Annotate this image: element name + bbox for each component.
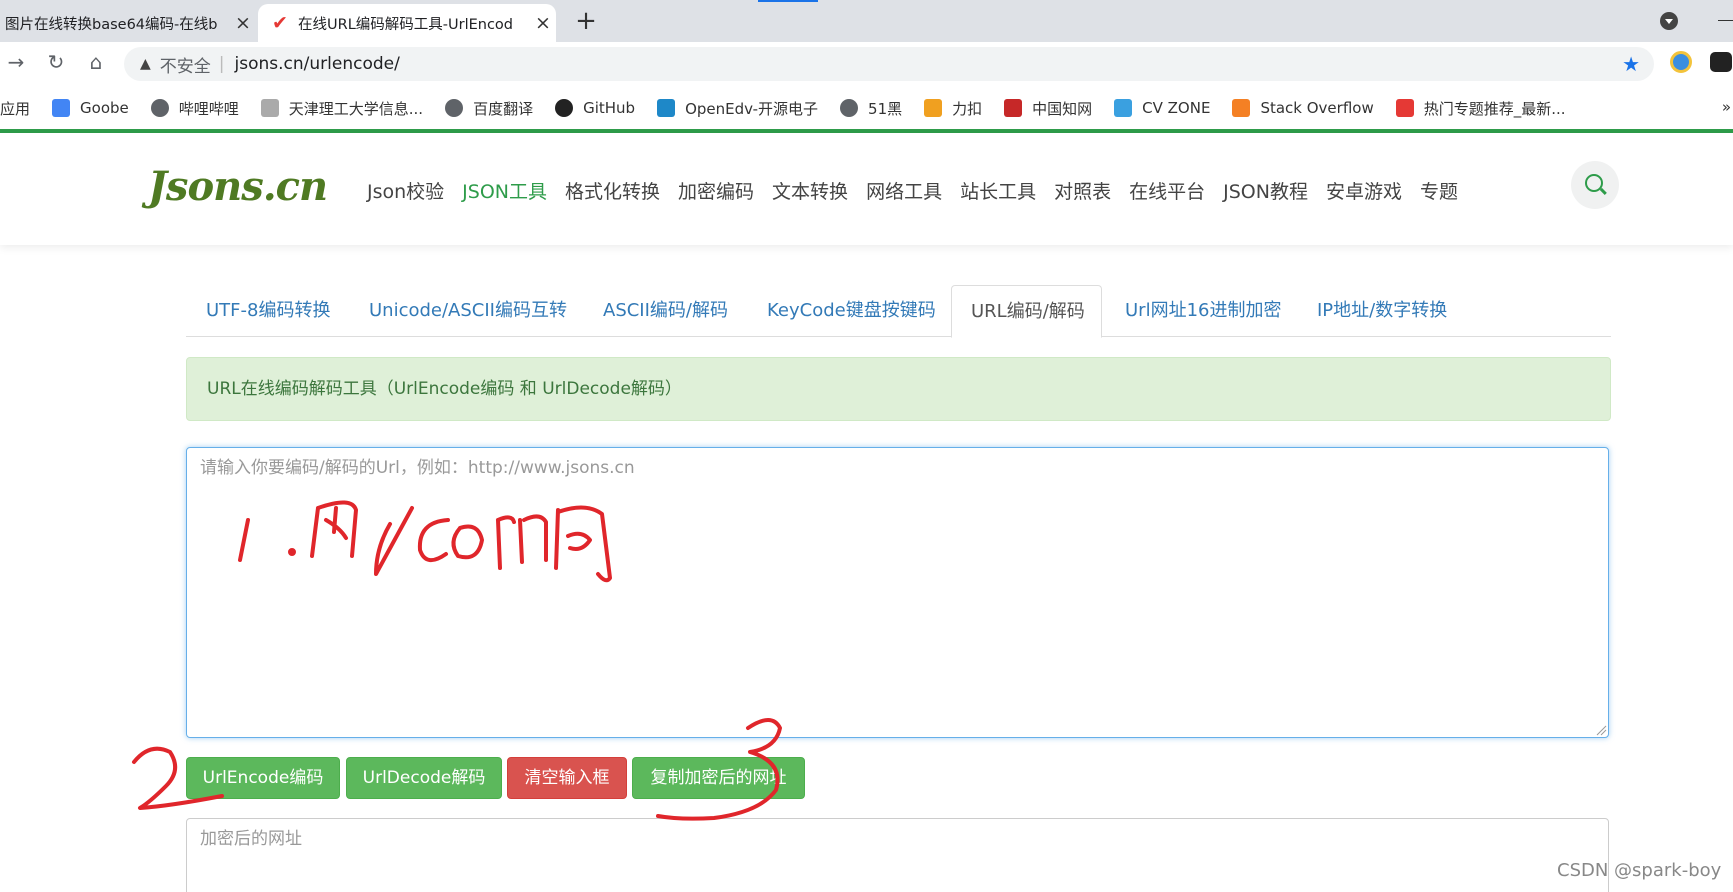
bookmark-label: 天津理工大学信息...: [288, 99, 424, 118]
bookmark-apps[interactable]: 应用: [0, 98, 30, 119]
bookmark-item[interactable]: 百度翻译: [445, 98, 533, 119]
bookmark-label: Stack Overflow: [1260, 99, 1374, 117]
search-icon[interactable]: [1571, 161, 1619, 209]
globe-icon: [150, 99, 169, 117]
site-logo[interactable]: Jsons.cn: [148, 163, 328, 210]
bookmark-item[interactable]: 中国知网: [1004, 98, 1092, 119]
close-icon[interactable]: ×: [230, 12, 256, 34]
leetcode-icon: [924, 99, 943, 117]
bookmark-item[interactable]: Goobe: [52, 99, 129, 117]
insecure-label[interactable]: 不安全: [160, 52, 211, 77]
tab-keycode[interactable]: KeyCode键盘按键码: [767, 285, 936, 337]
minimize-icon[interactable]: [1718, 20, 1733, 21]
extension-icon[interactable]: [1710, 52, 1732, 72]
bookmarks-bar: 应用 Goobe 哔哩哔哩 天津理工大学信息... 百度翻译 GitHub Op…: [0, 87, 1733, 129]
site-header: Jsons.cn Json校验 JSON工具 格式化转换 加密编码 文本转换 网…: [0, 133, 1733, 245]
extension-icon[interactable]: [1670, 51, 1692, 73]
tool-tabs: UTF-8编码转换 Unicode/ASCII编码互转 ASCII编码/解码 K…: [186, 285, 1611, 338]
nav-item[interactable]: Json校验: [367, 177, 444, 204]
info-alert: URL在线编码解码工具（UrlEncode编码 和 UrlDecode解码）: [186, 357, 1611, 421]
nav-item[interactable]: 在线平台: [1129, 177, 1205, 204]
nav-item[interactable]: JSON教程: [1223, 177, 1308, 204]
checkmark-icon: ✔: [272, 12, 288, 34]
encode-button[interactable]: UrlEncode编码: [186, 757, 340, 799]
nav-item[interactable]: 专题: [1420, 177, 1458, 204]
globe-icon: [840, 99, 859, 117]
bookmark-label: CV ZONE: [1142, 99, 1211, 117]
goobe-icon: [52, 99, 71, 117]
decode-button[interactable]: UrlDecode解码: [346, 757, 502, 799]
globe-icon: [445, 99, 464, 117]
nav-item[interactable]: 网络工具: [866, 177, 942, 204]
tab-ip-convert[interactable]: IP地址/数字转换: [1317, 285, 1447, 337]
bookmark-item[interactable]: Stack Overflow: [1232, 99, 1374, 117]
bookmark-item[interactable]: 热门专题推荐_最新...: [1395, 98, 1566, 119]
bookmark-item[interactable]: 51黑: [840, 98, 902, 119]
close-icon[interactable]: ×: [530, 12, 556, 34]
reload-icon[interactable]: ↻: [41, 47, 71, 77]
bookmark-item[interactable]: CV ZONE: [1114, 99, 1210, 117]
url-input[interactable]: [186, 447, 1609, 738]
bookmark-label: OpenEdv-开源电子: [685, 99, 819, 118]
nav-item[interactable]: 文本转换: [772, 177, 848, 204]
tab-url-encode[interactable]: URL编码/解码: [951, 285, 1102, 338]
bookmark-label: 哔哩哔哩: [178, 99, 239, 118]
bookmark-star-icon[interactable]: ★: [1622, 52, 1640, 76]
bookmark-label: 51黑: [868, 99, 903, 118]
bookmark-label: Goobe: [80, 99, 129, 117]
cvzone-icon: [1114, 99, 1133, 117]
new-tab-icon[interactable]: +: [572, 8, 600, 36]
cnki-icon: [1004, 99, 1023, 117]
nav-item[interactable]: 安卓游戏: [1326, 177, 1402, 204]
bookmark-label: GitHub: [583, 99, 636, 117]
bookmark-label: 中国知网: [1032, 99, 1093, 118]
tab-url-hex[interactable]: Url网址16进制加密: [1125, 285, 1281, 337]
nav-item[interactable]: 对照表: [1054, 177, 1111, 204]
bookmark-label: 应用: [0, 99, 31, 118]
stackoverflow-icon: [1232, 99, 1251, 117]
bookmarks-more-icon[interactable]: »: [1722, 98, 1731, 116]
bookmark-item[interactable]: 力扣: [924, 98, 982, 119]
resize-grip-icon[interactable]: [1595, 724, 1607, 736]
address-url[interactable]: jsons.cn/urlencode/: [235, 54, 400, 74]
tab-search-icon[interactable]: [1660, 12, 1678, 30]
nav-item[interactable]: 加密编码: [678, 177, 754, 204]
browser-tab-2[interactable]: ✔ 在线URL编码解码工具-UrlEncod ×: [258, 4, 556, 42]
main-nav: Json校验 JSON工具 格式化转换 加密编码 文本转换 网络工具 站长工具 …: [367, 177, 1476, 204]
forward-icon[interactable]: →: [1, 47, 31, 77]
checkmark-icon: [1395, 99, 1414, 117]
nav-item[interactable]: 格式化转换: [565, 177, 660, 204]
nav-item[interactable]: 站长工具: [960, 177, 1036, 204]
bookmark-item[interactable]: 哔哩哔哩: [150, 98, 239, 119]
browser-tabstrip: 图片在线转换base64编码-在线b × ✔ 在线URL编码解码工具-UrlEn…: [0, 0, 1733, 42]
bookmark-label: 百度翻译: [473, 99, 534, 118]
browser-tab-1[interactable]: 图片在线转换base64编码-在线b ×: [0, 4, 256, 42]
bookmark-item[interactable]: GitHub: [555, 99, 635, 117]
house-icon: [260, 99, 279, 117]
tab-utf8[interactable]: UTF-8编码转换: [206, 285, 330, 337]
bookmark-label: 热门专题推荐_最新...: [1423, 99, 1566, 118]
copy-encoded-button[interactable]: 复制加密后的网址: [632, 757, 805, 799]
bookmark-label: 力扣: [952, 99, 983, 118]
home-icon[interactable]: ⌂: [81, 47, 111, 77]
address-separator: |: [218, 54, 225, 74]
address-bar[interactable]: ▲ 不安全 | jsons.cn/urlencode/ ★: [124, 47, 1654, 81]
bookmark-item[interactable]: 天津理工大学信息...: [260, 98, 424, 119]
openedv-icon: [657, 99, 676, 117]
encoded-output[interactable]: [186, 818, 1609, 892]
tab-title: 图片在线转换base64编码-在线b: [5, 16, 218, 33]
tab-ascii[interactable]: ASCII编码/解码: [603, 285, 728, 337]
tab-title: 在线URL编码解码工具-UrlEncod: [298, 16, 513, 33]
github-icon: [555, 99, 574, 117]
warning-icon[interactable]: ▲: [140, 56, 151, 72]
clear-button[interactable]: 清空输入框: [507, 757, 627, 799]
tab-unicode-ascii[interactable]: Unicode/ASCII编码互转: [369, 285, 567, 337]
watermark: CSDN @spark-boy: [1557, 860, 1722, 881]
browser-toolbar: → ↻ ⌂ ▲ 不安全 | jsons.cn/urlencode/ ★: [0, 42, 1733, 87]
bookmark-item[interactable]: OpenEdv-开源电子: [657, 98, 818, 119]
tabstrip-accent: [758, 0, 818, 2]
nav-item-active[interactable]: JSON工具: [462, 177, 547, 204]
